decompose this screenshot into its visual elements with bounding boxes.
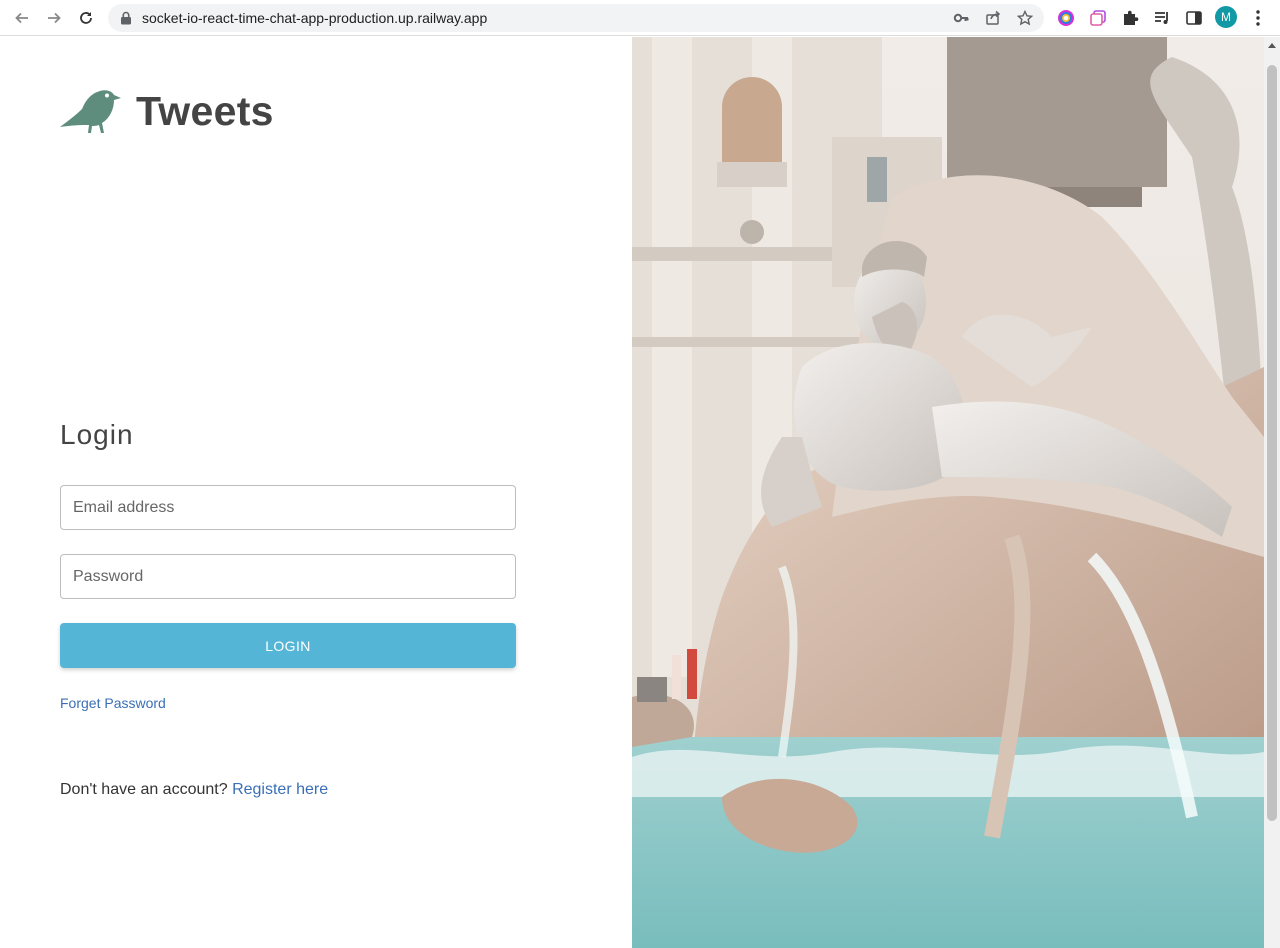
scroll-up-icon[interactable] bbox=[1268, 43, 1276, 48]
lock-icon bbox=[120, 11, 132, 30]
login-button[interactable]: LOGIN bbox=[60, 623, 516, 668]
extension-color-icon[interactable] bbox=[1055, 7, 1077, 29]
register-prompt-text: Don't have an account? bbox=[60, 781, 233, 798]
forget-password-link[interactable]: Forget Password bbox=[60, 695, 166, 711]
hero-image bbox=[632, 37, 1264, 948]
email-field[interactable] bbox=[60, 485, 516, 530]
register-prompt: Don't have an account? Register here bbox=[60, 781, 328, 799]
login-title: Login bbox=[60, 419, 134, 450]
address-bar[interactable]: socket-io-react-time-chat-app-production… bbox=[108, 4, 1044, 32]
browser-toolbar: socket-io-react-time-chat-app-production… bbox=[0, 0, 1280, 36]
star-icon[interactable] bbox=[1016, 9, 1034, 26]
back-icon[interactable] bbox=[10, 6, 34, 30]
login-panel: Tweets Login LOGIN Forget Password Don't… bbox=[0, 37, 632, 948]
brand-name: Tweets bbox=[136, 87, 274, 134]
password-field[interactable] bbox=[60, 554, 516, 599]
media-icon[interactable] bbox=[1151, 7, 1173, 29]
menu-icon[interactable] bbox=[1247, 7, 1269, 29]
url-text: socket-io-react-time-chat-app-production… bbox=[142, 10, 488, 26]
share-icon[interactable] bbox=[985, 10, 1001, 26]
profile-avatar[interactable]: M bbox=[1215, 6, 1237, 28]
fountain-photo bbox=[632, 37, 1264, 948]
page-scrollbar[interactable] bbox=[1264, 37, 1280, 948]
forward-icon[interactable] bbox=[42, 6, 66, 30]
key-icon[interactable] bbox=[953, 10, 969, 26]
reload-icon[interactable] bbox=[74, 6, 98, 30]
brand-logo: Tweets bbox=[58, 85, 274, 137]
register-link[interactable]: Register here bbox=[232, 781, 328, 798]
sidebar-icon[interactable] bbox=[1183, 7, 1205, 29]
puzzle-icon[interactable] bbox=[1119, 7, 1141, 29]
bird-icon bbox=[60, 90, 121, 133]
scroll-thumb[interactable] bbox=[1267, 65, 1277, 821]
extension-tabs-icon[interactable] bbox=[1087, 7, 1109, 29]
